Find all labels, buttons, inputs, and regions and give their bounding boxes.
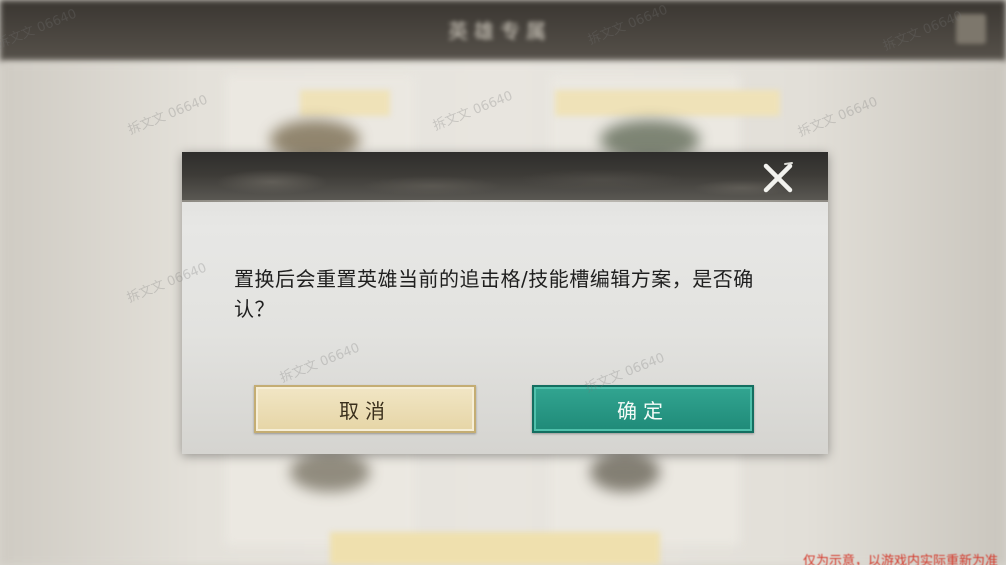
background-hero-portrait [590, 452, 660, 492]
confirm-button-label: 确定 [617, 398, 669, 423]
background-title: 英雄专属 [448, 19, 552, 43]
background-label-left [300, 90, 390, 116]
background-bottom-bar [330, 532, 660, 565]
confirm-button[interactable]: 确定 [532, 385, 754, 433]
header-edge [182, 200, 828, 202]
close-icon [763, 162, 793, 193]
confirm-dialog: 置换后会重置英雄当前的追击格/技能槽编辑方案，是否确认？ 取消 确定 拆文文 0… [125, 152, 828, 454]
cancel-button-label: 取消 [339, 398, 391, 423]
footer-note: 仅为示意，以游戏内实际重新为准 [802, 554, 998, 565]
cancel-button[interactable]: 取消 [254, 385, 476, 433]
background-corner-button [956, 14, 986, 44]
background-hero-portrait [290, 452, 370, 492]
close-button[interactable] [758, 158, 798, 198]
dialog-header [182, 152, 828, 202]
header-ink-texture [182, 152, 828, 202]
dialog-message: 置换后会重置英雄当前的追击格/技能槽编辑方案，是否确认？ [234, 267, 754, 321]
background-label-right [555, 90, 780, 116]
watermark: 拆文文 06640 [278, 340, 362, 387]
